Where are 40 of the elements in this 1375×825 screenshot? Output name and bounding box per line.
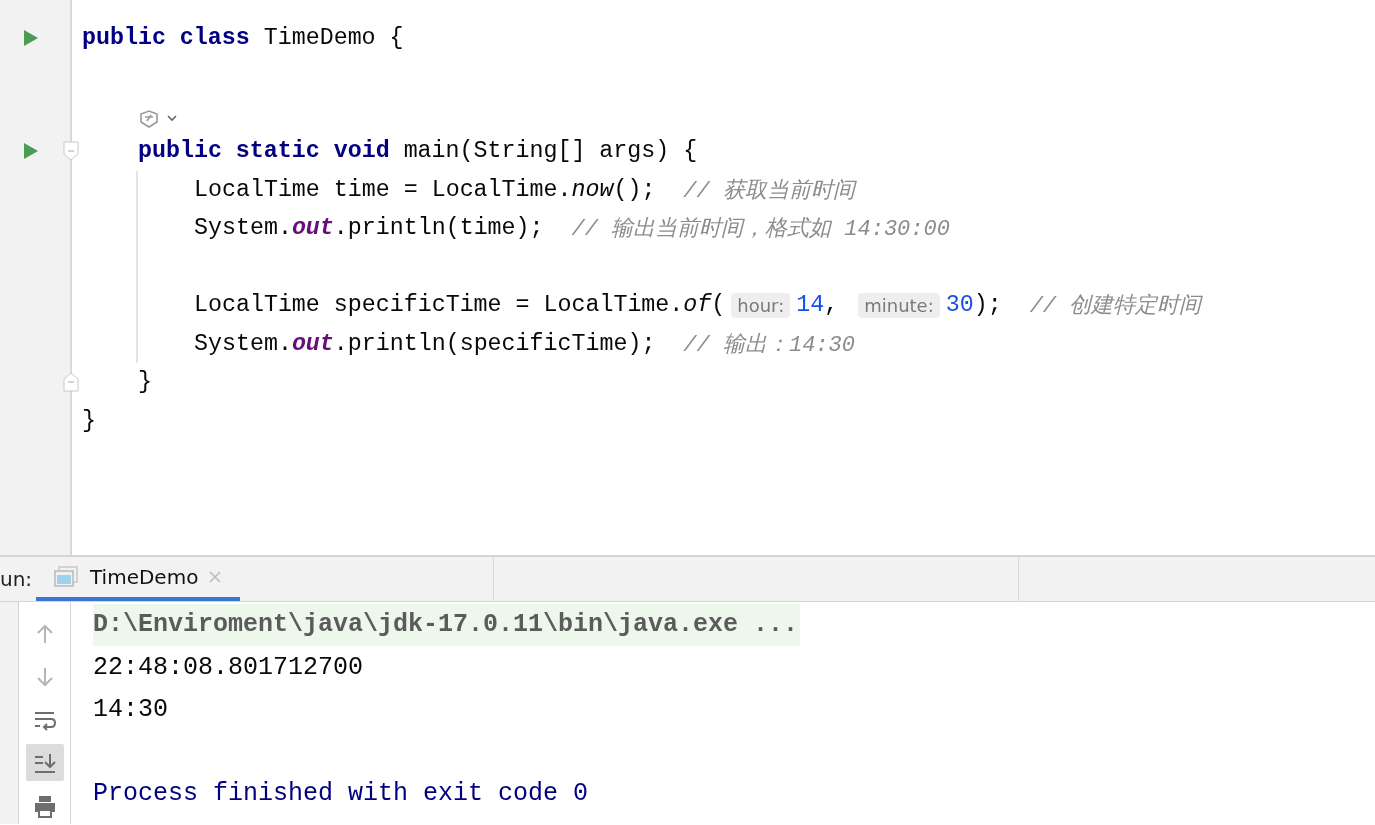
method-name: now bbox=[571, 176, 614, 203]
keyword: public class bbox=[82, 25, 250, 52]
static-field: out bbox=[291, 215, 334, 242]
code-text: .println(specificTime); bbox=[333, 330, 657, 357]
code-text: LocalTime time = LocalTime. bbox=[194, 176, 572, 203]
scroll-to-end-icon[interactable] bbox=[25, 744, 64, 781]
run-icon[interactable] bbox=[23, 29, 39, 47]
code-text: } bbox=[82, 407, 96, 434]
code-text: System. bbox=[194, 215, 292, 242]
code-text: LocalTime specificTime = LocalTime. bbox=[194, 292, 684, 319]
number-literal: 30 bbox=[945, 292, 974, 319]
code-text: TimeDemo { bbox=[262, 25, 404, 52]
code-comment: // 创建特定时间 bbox=[1029, 292, 1202, 321]
code-text: ); bbox=[973, 292, 1003, 319]
run-tab[interactable]: TimeDemo bbox=[36, 557, 241, 601]
exit-message: Process finished with exit code 0 bbox=[93, 778, 589, 808]
static-field: out bbox=[291, 330, 334, 357]
close-icon[interactable] bbox=[208, 570, 223, 584]
code-text: } bbox=[138, 369, 152, 396]
code-text: main(String[] args) { bbox=[402, 138, 698, 165]
console-output: 14:30 bbox=[93, 694, 168, 724]
number-literal: 14 bbox=[796, 292, 825, 319]
code-text: , bbox=[824, 292, 840, 319]
parameter-hint: minute: bbox=[858, 292, 940, 318]
parameter-hint: hour: bbox=[731, 292, 791, 318]
code-comment: // 输出当前时间，格式如 14:30:00 bbox=[571, 216, 950, 244]
fold-icon[interactable] bbox=[63, 372, 79, 392]
code-comment: // 获取当前时间 bbox=[683, 177, 855, 205]
method-name: of bbox=[683, 292, 712, 319]
code-vision-icon[interactable] bbox=[138, 108, 180, 130]
run-label: un: bbox=[0, 567, 34, 591]
console-output: 22:48:08.801712700 bbox=[93, 652, 364, 682]
fold-icon[interactable] bbox=[63, 141, 79, 161]
code-text: ( bbox=[711, 292, 726, 319]
run-icon[interactable] bbox=[23, 142, 39, 160]
console-window-icon bbox=[54, 566, 78, 588]
keyword: public static void bbox=[138, 138, 390, 165]
code-text: System. bbox=[194, 330, 292, 357]
code-text: .println(time); bbox=[333, 215, 545, 242]
code-comment: // 输出：14:30 bbox=[683, 331, 855, 359]
